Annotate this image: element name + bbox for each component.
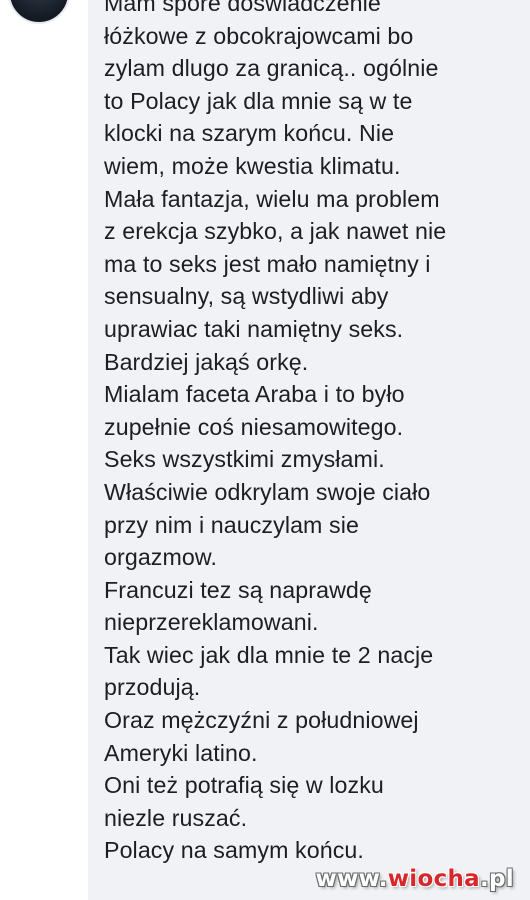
comment-line: przy nim i nauczylam sie: [104, 511, 359, 538]
watermark-tld: .pl: [480, 866, 514, 892]
comment-line: zupełnie coś niesamowitego.: [104, 413, 404, 440]
comment-line: Oni też potrafią się w lozku: [104, 772, 384, 799]
comment-line: wiem, może kwestia klimatu.: [104, 152, 401, 179]
comment-line: sensualny, są wstydliwi aby: [104, 283, 389, 310]
comment-line: to Polacy jak dla mnie są w te: [104, 87, 413, 114]
comment-line: uprawiac taki namiętny seks.: [104, 315, 404, 342]
comment-line: Oraz mężczyźni z południowej: [104, 707, 419, 734]
comment-line: Francuzi tez są naprawdę: [104, 576, 372, 603]
comment-line: z erekcja szybko, a jak nawet nie: [104, 218, 447, 245]
watermark-name: wiocha: [387, 866, 480, 892]
comment-line: łóżkowe z obcokrajowcami bo: [104, 22, 414, 49]
comment-line: przodują.: [104, 674, 201, 701]
comment-line: klocki na szarym końcu. Nie: [104, 120, 395, 147]
comment-line: Mała fantazja, wielu ma problem: [104, 185, 440, 212]
comment-line: Tak wiec jak dla mnie te 2 nacje: [104, 641, 434, 668]
comment-line: orgazmow.: [104, 544, 218, 571]
watermark-logo: www.wiocha.pl: [316, 866, 514, 892]
watermark-www: www.: [315, 866, 388, 892]
comment-screen: Mam spore doświadczenie łóżkowe z obcokr…: [0, 0, 530, 900]
comment-line: Mam spore doświadczenie: [104, 0, 381, 16]
comment-line: Bardziej jakąś orkę.: [104, 348, 309, 375]
comment-line: niezle ruszać.: [104, 804, 248, 831]
comment-line: zylam dlugo za granicą.. ogólnie: [104, 55, 439, 82]
comment-text: Mam spore doświadczenie łóżkowe z obcokr…: [104, 0, 524, 867]
comment-line: ma to seks jest mało namiętny i: [104, 250, 431, 277]
comment-line: Polacy na samym końcu.: [104, 837, 364, 864]
avatar[interactable]: [8, 0, 70, 24]
comment-line: Mialam faceta Araba i to było: [104, 381, 405, 408]
comment-line: Właściwie odkrylam swoje ciało: [104, 478, 431, 505]
comment-line: nieprzereklamowani.: [104, 609, 319, 636]
comment-line: Ameryki latino.: [104, 739, 258, 766]
comment-line: Seks wszystkimi zmysłami.: [104, 446, 385, 473]
